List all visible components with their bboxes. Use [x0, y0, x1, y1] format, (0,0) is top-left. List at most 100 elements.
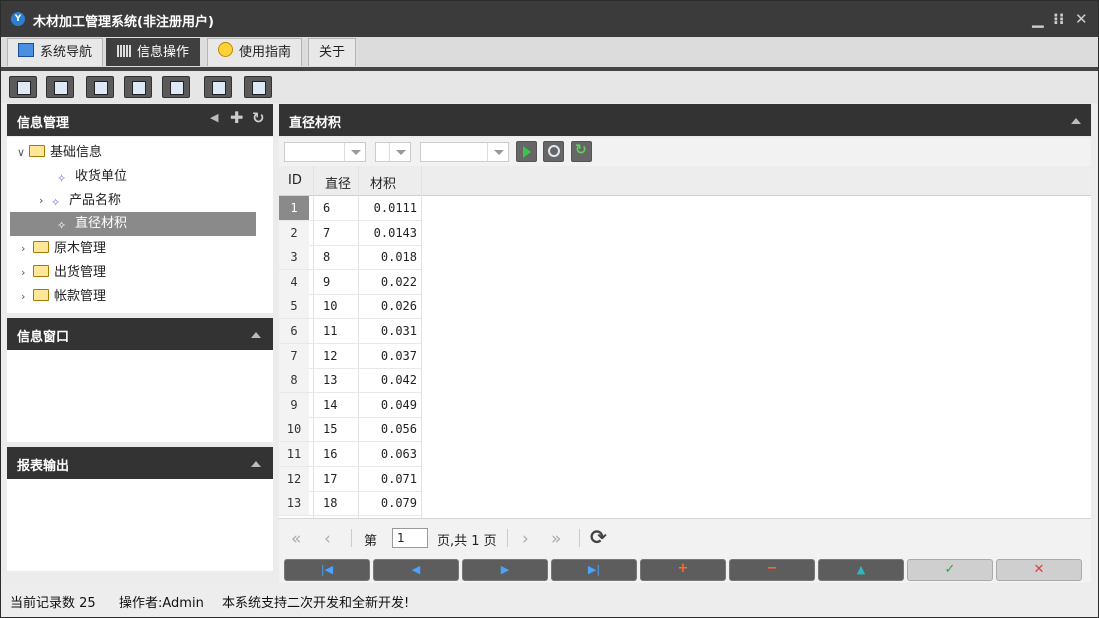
- row-diameter: 11: [323, 324, 338, 338]
- notice-text: 本系统支持二次开发和全新开发!: [222, 596, 410, 611]
- table-row[interactable]: 5 10 0.026: [279, 294, 421, 320]
- tab-system-nav[interactable]: 系统导航: [7, 38, 104, 66]
- refresh-icon[interactable]: ↻: [252, 109, 265, 127]
- row-diameter: 12: [323, 348, 338, 363]
- monitor-icon: [18, 43, 34, 57]
- column-header-volume[interactable]: 材积: [370, 173, 396, 192]
- refresh-icon[interactable]: ⟳: [590, 525, 607, 549]
- row-diameter: 13: [323, 373, 338, 388]
- row-diameter: 8: [323, 250, 331, 265]
- up-icon: ▲: [856, 563, 866, 576]
- list-tool-button[interactable]: [46, 76, 74, 98]
- folder-icon: [29, 145, 45, 157]
- cancel-button[interactable]: ✕: [996, 559, 1082, 581]
- document-icon: [94, 81, 108, 95]
- row-volume: 0.071: [380, 471, 417, 486]
- next-page-icon[interactable]: ›: [522, 529, 529, 549]
- row-diameter: 15: [323, 422, 338, 437]
- table-row[interactable]: 4 9 0.022: [279, 269, 421, 295]
- minimize-icon[interactable]: ▁: [1032, 10, 1044, 28]
- add-icon[interactable]: ✚: [230, 108, 243, 127]
- row-volume: 0.022: [380, 274, 417, 289]
- column-header-id[interactable]: ID: [288, 173, 302, 188]
- row-id: 11: [279, 442, 309, 466]
- pager: « ‹ 第 1 页,共 1 页 › » ⟳: [279, 518, 1091, 557]
- report-output-header: 报表输出: [7, 447, 273, 479]
- filter-value-select[interactable]: [420, 142, 509, 162]
- restore-icon[interactable]: ⁝⁝: [1053, 10, 1064, 28]
- close-icon[interactable]: ✕: [1075, 10, 1088, 28]
- help-icon: [218, 42, 233, 57]
- tree-node-log-manage[interactable]: › 原木管理: [21, 237, 106, 261]
- first-record-button[interactable]: |◀: [284, 559, 370, 581]
- page-number-input[interactable]: 1: [392, 528, 428, 548]
- table-row[interactable]: 9 14 0.049: [279, 392, 421, 418]
- row-volume: 0.018: [380, 250, 417, 265]
- edit-record-button[interactable]: ▲: [818, 559, 904, 581]
- last-page-icon[interactable]: »: [551, 529, 561, 549]
- info-window-body: [7, 350, 273, 442]
- app-logo-icon: Y: [11, 12, 25, 26]
- tree-node-basic-info[interactable]: ∨ 基础信息: [17, 141, 102, 165]
- delete-record-button[interactable]: −: [729, 559, 815, 581]
- document-tool-button[interactable]: [86, 76, 114, 98]
- main-panel-header: 直径材积: [279, 104, 1091, 136]
- execute-button[interactable]: [516, 141, 537, 162]
- export-tool-button[interactable]: [204, 76, 232, 98]
- next-record-button[interactable]: ▶: [462, 559, 548, 581]
- search-button[interactable]: [543, 141, 564, 162]
- table-row[interactable]: 7 12 0.037: [279, 343, 421, 369]
- add-record-button[interactable]: +: [640, 559, 726, 581]
- tree-node-receiver[interactable]: ✧ 收货单位: [57, 165, 127, 189]
- tree-node-account-manage[interactable]: › 帐款管理: [21, 285, 106, 309]
- folder-icon: [33, 241, 49, 253]
- tree-node-diameter-volume[interactable]: ✧ 直径材积: [10, 212, 256, 236]
- table-row[interactable]: 13 18 0.079: [279, 491, 421, 517]
- chevron-down-icon: [487, 143, 508, 161]
- first-page-icon[interactable]: «: [291, 529, 301, 549]
- row-volume: 0.037: [380, 348, 417, 363]
- filter-field-select[interactable]: [284, 142, 366, 162]
- icon-toolbar: [1, 71, 1098, 103]
- collapse-up-icon[interactable]: [1071, 118, 1081, 124]
- print-tool-button[interactable]: [244, 76, 272, 98]
- reload-button[interactable]: ↻: [571, 141, 592, 162]
- prev-page-icon[interactable]: ‹: [324, 529, 331, 549]
- tree-node-shipment-manage[interactable]: › 出货管理: [21, 261, 106, 285]
- filter-bar: ↻: [279, 138, 1091, 166]
- wand-icon: ✧: [51, 196, 61, 209]
- minus-icon: −: [766, 561, 778, 576]
- table-row[interactable]: 10 15 0.056: [279, 417, 421, 443]
- last-record-button[interactable]: ▶|: [551, 559, 637, 581]
- column-header-diameter[interactable]: 直径: [325, 173, 351, 192]
- confirm-button[interactable]: ✓: [907, 559, 993, 581]
- prev-record-button[interactable]: ◀: [373, 559, 459, 581]
- data-grid: ID 直径 材积 1 6 0.0111 2 7 0.0143 3 8 0.018 4 9 0.022 5…: [279, 166, 1091, 518]
- window-tool-button[interactable]: [162, 76, 190, 98]
- table-row[interactable]: 11 16 0.063: [279, 442, 421, 467]
- table-row[interactable]: 8 13 0.042: [279, 368, 421, 394]
- list-icon: [54, 81, 68, 95]
- collapse-up-icon[interactable]: [251, 332, 261, 338]
- tab-user-guide[interactable]: 使用指南: [207, 38, 303, 66]
- prev-icon: ◀: [411, 563, 421, 576]
- table-row[interactable]: 2 7 0.0143: [279, 220, 421, 246]
- collapse-left-icon[interactable]: ◀: [210, 111, 218, 124]
- row-volume: 0.026: [380, 299, 417, 314]
- table-row[interactable]: 6 11 0.031: [279, 319, 421, 344]
- magnifier-icon: [17, 81, 31, 95]
- tab-about[interactable]: 关于: [308, 38, 357, 66]
- tree-node-product-name[interactable]: › ✧ 产品名称: [39, 189, 121, 213]
- title-bar: Y 木材加工管理系统(非注册用户) ▁ ⁝⁝ ✕: [1, 1, 1098, 37]
- table-row[interactable]: 3 8 0.018: [279, 245, 421, 271]
- row-id: 2: [279, 220, 309, 245]
- collapse-up-icon[interactable]: [251, 461, 261, 467]
- row-diameter: 14: [323, 397, 338, 412]
- table-row[interactable]: 12 17 0.071: [279, 466, 421, 492]
- filter-operator-select[interactable]: [375, 142, 411, 162]
- search-tool-button[interactable]: [9, 76, 37, 98]
- window-title: 木材加工管理系统(非注册用户): [33, 15, 214, 30]
- tab-info-operation[interactable]: 信息操作: [106, 38, 201, 66]
- user-tool-button[interactable]: [124, 76, 152, 98]
- table-row[interactable]: 1 6 0.0111: [279, 196, 421, 221]
